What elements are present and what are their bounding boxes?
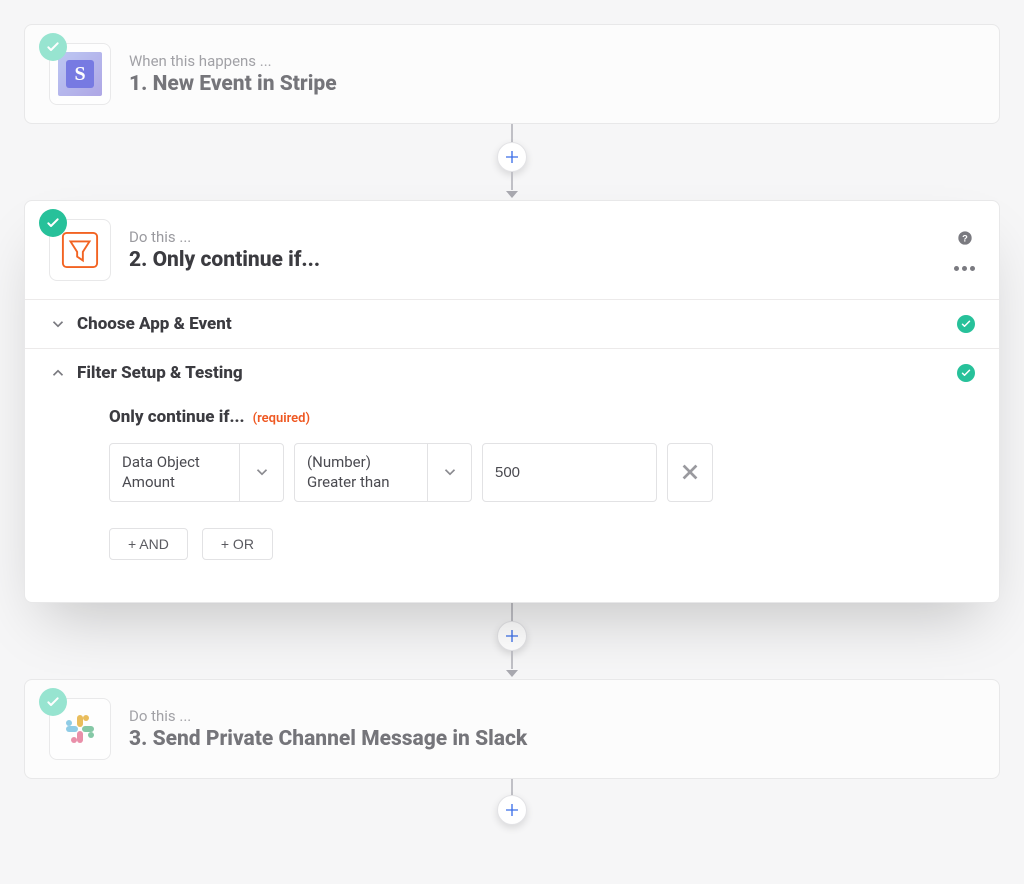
chevron-down-icon bbox=[239, 444, 283, 501]
step-title: 1. New Event in Stripe bbox=[129, 72, 975, 96]
status-ok-icon bbox=[39, 33, 67, 61]
step-header: Do this ... 2. Only continue if... ? bbox=[25, 201, 999, 299]
step-header: S When this happens ... 1. New Event in … bbox=[25, 25, 999, 123]
status-ok-icon bbox=[39, 688, 67, 716]
svg-text:?: ? bbox=[962, 233, 968, 243]
chevron-down-icon bbox=[427, 444, 471, 501]
add-step-button[interactable] bbox=[497, 142, 527, 172]
status-ok-icon bbox=[957, 364, 975, 382]
condition-field-value: Data Object Amount bbox=[110, 444, 239, 501]
step-trigger-card[interactable]: S When this happens ... 1. New Event in … bbox=[24, 24, 1000, 124]
step-icon-container bbox=[49, 698, 111, 760]
condition-value-input[interactable] bbox=[482, 443, 657, 502]
logic-buttons: + AND + OR bbox=[109, 528, 975, 560]
step-titles: When this happens ... 1. New Event in St… bbox=[129, 52, 975, 96]
condition-row: Data Object Amount (Number) Greater than bbox=[109, 443, 975, 502]
add-or-button[interactable]: + OR bbox=[202, 528, 273, 560]
chevron-down-icon bbox=[49, 315, 67, 333]
section-choose-app-event[interactable]: Choose App & Event bbox=[25, 299, 999, 348]
more-menu-icon[interactable] bbox=[954, 266, 975, 271]
step-icon-container: S bbox=[49, 43, 111, 105]
condition-field-select[interactable]: Data Object Amount bbox=[109, 443, 284, 502]
connector bbox=[497, 124, 527, 200]
section-title: Choose App & Event bbox=[77, 314, 947, 334]
step-icon-container bbox=[49, 219, 111, 281]
stripe-icon: S bbox=[58, 52, 102, 96]
connector bbox=[497, 603, 527, 679]
step-kicker: Do this ... bbox=[129, 707, 975, 725]
filter-body: Only continue if... (required) Data Obje… bbox=[25, 397, 999, 602]
filter-icon bbox=[58, 228, 102, 272]
condition-value-field[interactable] bbox=[495, 464, 644, 481]
status-ok-icon bbox=[39, 209, 67, 237]
step-action-card[interactable]: Do this ... 3. Send Private Channel Mess… bbox=[24, 679, 1000, 779]
filter-label-text: Only continue if... bbox=[109, 407, 245, 427]
connector bbox=[497, 779, 527, 825]
step-kicker: When this happens ... bbox=[129, 52, 975, 70]
arrow-icon bbox=[505, 190, 519, 200]
step-kicker: Do this ... bbox=[129, 228, 936, 246]
step-title: 3. Send Private Channel Message in Slack bbox=[129, 727, 975, 751]
step-title: 2. Only continue if... bbox=[129, 248, 936, 272]
condition-operator-select[interactable]: (Number) Greater than bbox=[294, 443, 472, 502]
step-filter-card: Do this ... 2. Only continue if... ? Cho… bbox=[24, 200, 1000, 603]
add-step-button[interactable] bbox=[497, 795, 527, 825]
arrow-icon bbox=[505, 669, 519, 679]
chevron-up-icon bbox=[49, 364, 67, 382]
help-icon[interactable]: ? bbox=[957, 230, 973, 250]
slack-icon bbox=[58, 707, 102, 751]
delete-condition-button[interactable] bbox=[667, 443, 713, 502]
step-titles: Do this ... 2. Only continue if... bbox=[129, 228, 936, 272]
add-step-button[interactable] bbox=[497, 621, 527, 651]
status-ok-icon bbox=[957, 315, 975, 333]
step-header-actions: ? bbox=[954, 230, 975, 271]
section-filter-setup[interactable]: Filter Setup & Testing bbox=[25, 348, 999, 397]
section-title: Filter Setup & Testing bbox=[77, 363, 947, 383]
filter-condition-label: Only continue if... (required) bbox=[109, 407, 975, 427]
zap-editor-canvas: S When this happens ... 1. New Event in … bbox=[0, 0, 1024, 849]
step-header: Do this ... 3. Send Private Channel Mess… bbox=[25, 680, 999, 778]
add-and-button[interactable]: + AND bbox=[109, 528, 188, 560]
required-tag: (required) bbox=[253, 411, 310, 426]
condition-operator-value: (Number) Greater than bbox=[295, 444, 427, 501]
step-titles: Do this ... 3. Send Private Channel Mess… bbox=[129, 707, 975, 751]
